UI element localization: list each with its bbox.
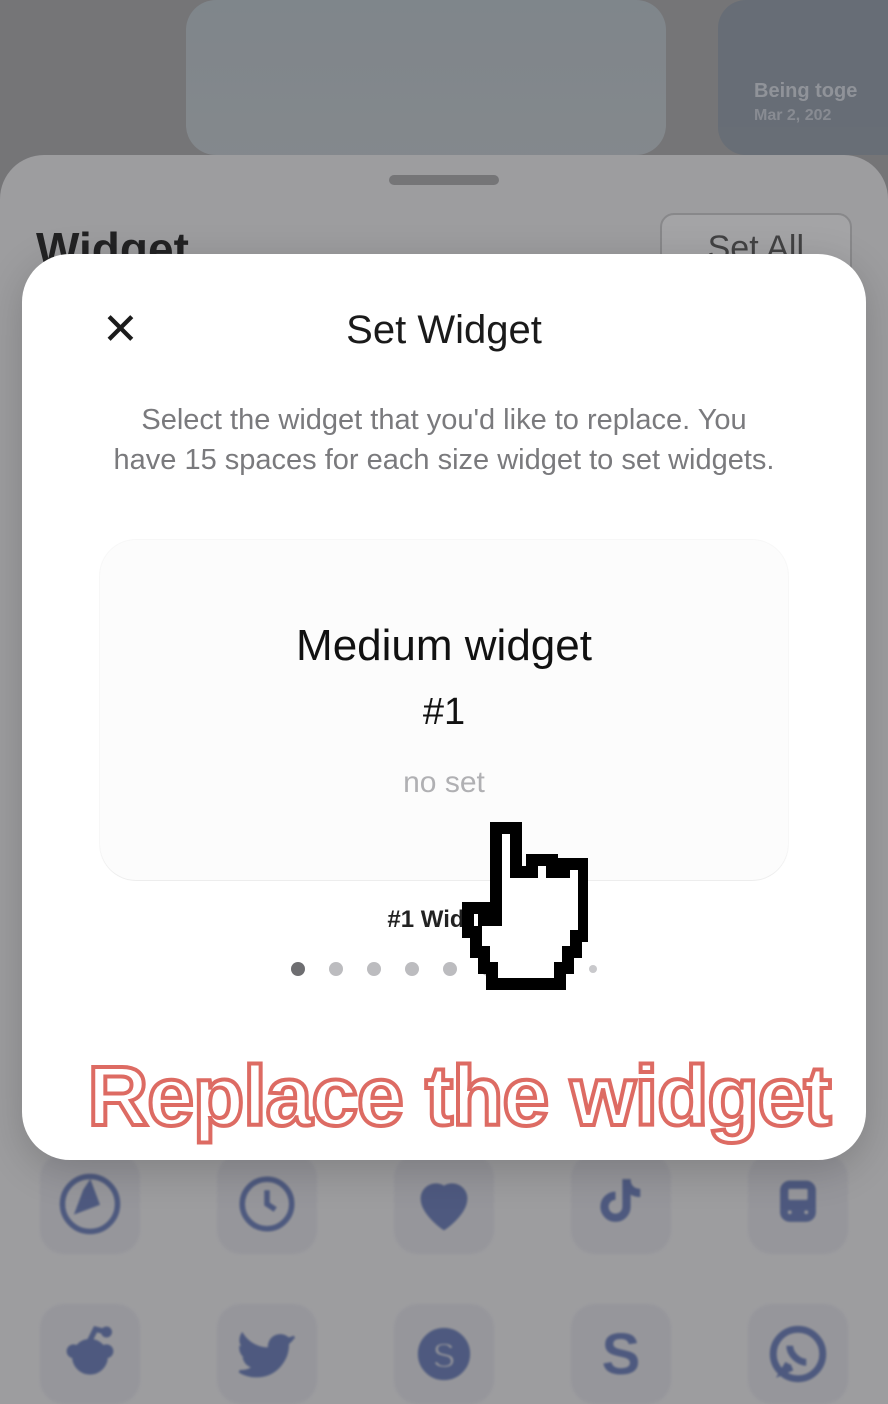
page-dot[interactable] <box>367 962 381 976</box>
background-widget-preview-2: Being toge Mar 2, 202 <box>718 0 888 155</box>
widget-slot-card[interactable]: Medium widget #1 no set <box>100 540 788 880</box>
sheet-grabber[interactable] <box>389 175 499 185</box>
page-indicator[interactable] <box>62 962 826 976</box>
widget-size-label: Medium widget <box>296 621 592 671</box>
page-dot[interactable] <box>557 965 565 973</box>
video-caption: Replace the widget <box>60 1048 858 1145</box>
app-icon-heart[interactable] <box>394 1154 494 1254</box>
app-icon-twitter[interactable] <box>217 1304 317 1404</box>
page-dot[interactable] <box>329 962 343 976</box>
page-dot[interactable] <box>481 962 495 976</box>
modal-description: Select the widget that you'd like to rep… <box>62 400 826 480</box>
app-icon-safari[interactable] <box>40 1154 140 1254</box>
page-dot[interactable] <box>443 962 457 976</box>
widget-slot-caption: #1 Widget <box>62 906 826 934</box>
set-widget-modal: Set Widget ✕ Select the widget that you'… <box>22 254 866 1160</box>
page-dot[interactable] <box>291 962 305 976</box>
app-icon-skype[interactable]: S <box>394 1304 494 1404</box>
app-icon-grid: S S <box>30 1154 858 1404</box>
widget-slot-status: no set <box>403 766 485 800</box>
svg-text:S: S <box>432 1336 456 1376</box>
app-icon-whatsapp[interactable] <box>748 1304 848 1404</box>
background-widget-preview <box>186 0 666 155</box>
bg-preview-text-1: Being toge <box>754 80 888 103</box>
app-icon-clock[interactable] <box>217 1154 317 1254</box>
widget-slot-number: #1 <box>423 691 465 734</box>
page-dot[interactable] <box>589 965 597 973</box>
page-dot[interactable] <box>519 962 533 976</box>
app-icon-transit[interactable] <box>748 1154 848 1254</box>
app-icon-tiktok[interactable] <box>571 1154 671 1254</box>
bg-preview-text-2: Mar 2, 202 <box>754 107 888 125</box>
page-dot[interactable] <box>405 962 419 976</box>
app-icon-s[interactable]: S <box>571 1304 671 1404</box>
modal-title: Set Widget <box>62 308 826 353</box>
app-icon-reddit[interactable] <box>40 1304 140 1404</box>
